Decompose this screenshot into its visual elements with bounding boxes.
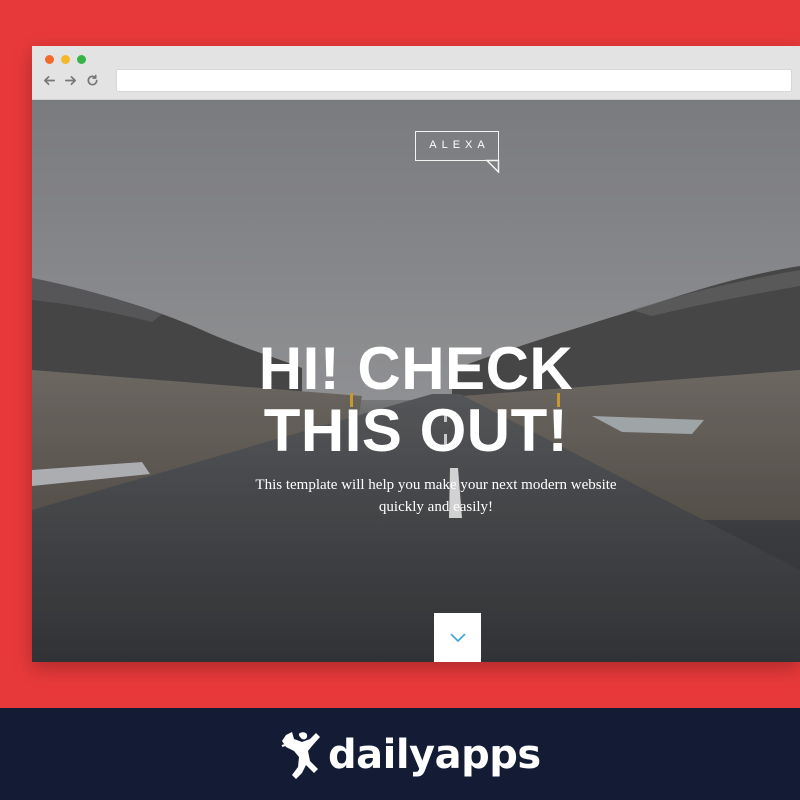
subtext-line-1: This template will help you make your ne… <box>255 477 617 493</box>
hero-subtext: This template will help you make your ne… <box>246 474 626 518</box>
address-bar[interactable] <box>116 69 792 92</box>
alexa-logo[interactable]: ALEXA <box>415 131 501 173</box>
browser-toolbar <box>32 46 800 100</box>
minimize-window-button[interactable] <box>61 55 70 64</box>
forward-arrow-icon[interactable] <box>63 72 77 88</box>
logo-text: ALEXA <box>429 139 490 151</box>
hero-section: ALEXA HI! CHECK THIS OUT! This template … <box>32 100 800 662</box>
brand-name: dailyapps <box>328 732 541 778</box>
reload-icon[interactable] <box>85 72 99 88</box>
leaping-figure-logo-icon <box>281 732 320 779</box>
close-window-button[interactable] <box>45 55 54 64</box>
headline-line-2: THIS OUT! <box>263 397 569 464</box>
browser-window: ALEXA HI! CHECK THIS OUT! This template … <box>32 46 800 662</box>
back-arrow-icon[interactable] <box>42 72 56 88</box>
chevron-down-icon <box>450 633 465 642</box>
scroll-down-button[interactable] <box>434 613 481 662</box>
maximize-window-button[interactable] <box>77 55 86 64</box>
dailyapps-brand: dailyapps <box>280 727 541 783</box>
headline-line-1: HI! CHECK <box>258 335 574 402</box>
speech-bubble-tail <box>485 159 500 173</box>
subtext-line-2: quickly and easily! <box>378 499 494 515</box>
hero-headline: HI! CHECK THIS OUT! <box>32 338 800 462</box>
